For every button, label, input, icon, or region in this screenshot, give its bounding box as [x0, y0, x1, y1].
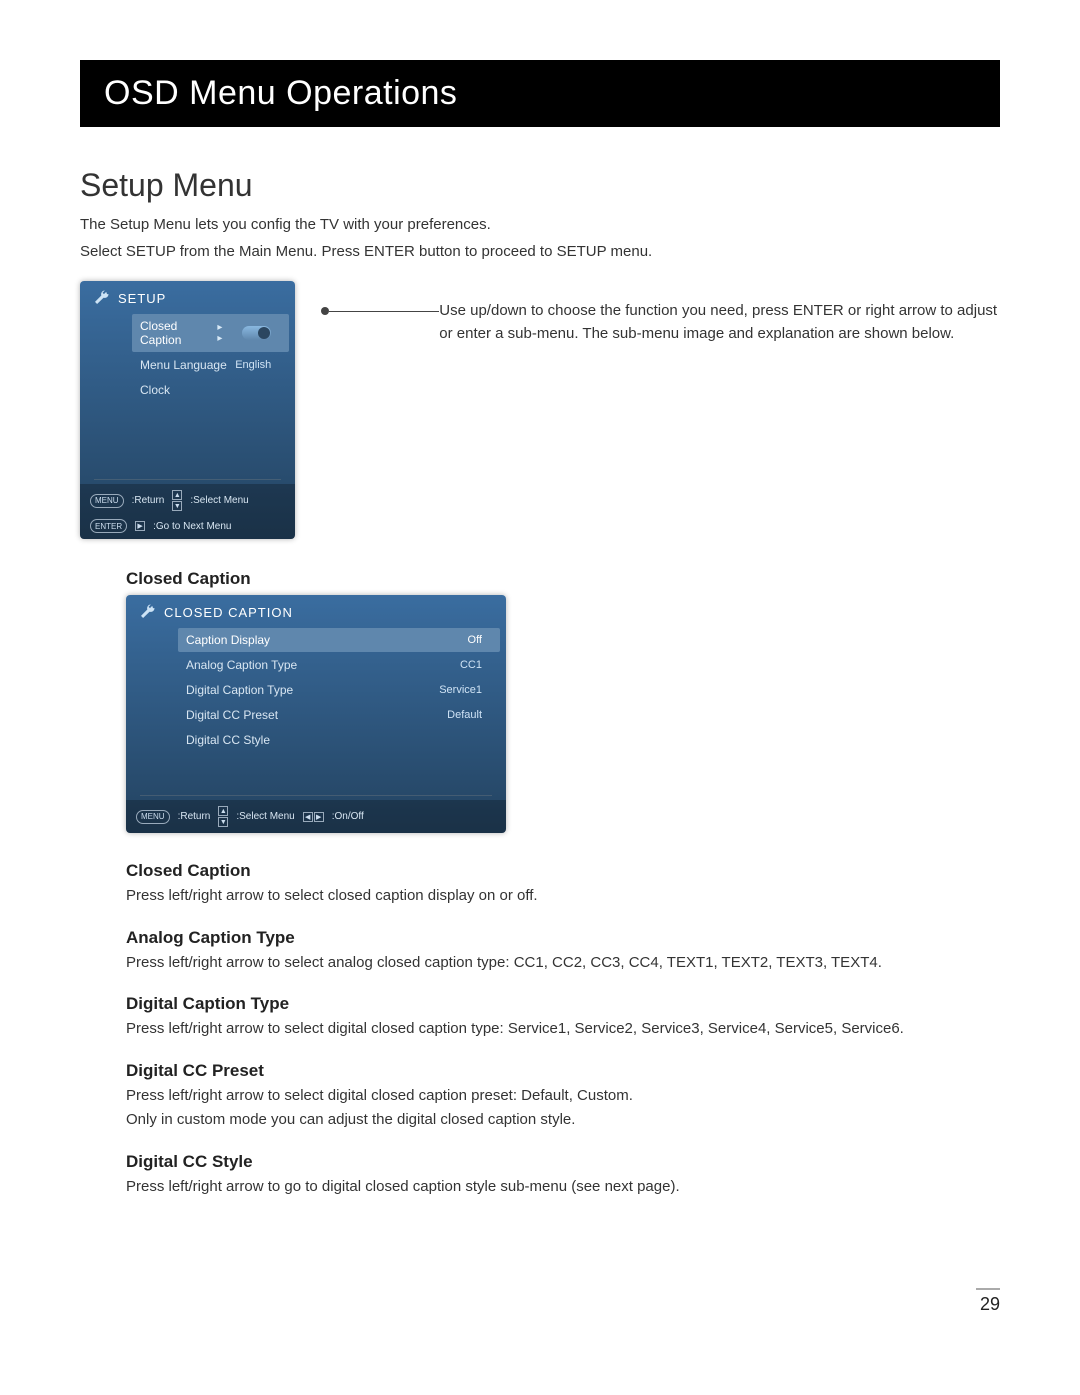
- cc-row-label: Analog Caption Type: [186, 658, 297, 672]
- arrow-down-icon: ▼: [172, 501, 182, 511]
- setup-card-title: SETUP: [118, 291, 166, 306]
- menu-key-badge: MENU: [136, 810, 170, 824]
- cc-row-analog-type[interactable]: Analog Caption Type CC1: [178, 653, 500, 677]
- footer-select-label: :Select Menu: [190, 495, 248, 506]
- cc-row-caption-display[interactable]: Caption Display Off: [178, 628, 500, 652]
- setup-menu-card: SETUP Closed Caption ▸ ▸ Menu Language E…: [80, 281, 295, 539]
- intro-line-2: Select SETUP from the Main Menu. Press E…: [80, 241, 1000, 264]
- cc-row-label: Digital CC Preset: [186, 708, 278, 722]
- arrow-up-icon: ▲: [218, 806, 228, 816]
- cc-row-digital-type[interactable]: Digital Caption Type Service1: [178, 678, 500, 702]
- closed-caption-heading: Closed Caption: [126, 569, 1000, 589]
- footer-next-label: :Go to Next Menu: [153, 521, 231, 532]
- arrow-right-icon: ▶: [135, 521, 145, 531]
- cc-row-value: Off: [468, 634, 482, 646]
- cc-row-label: Caption Display: [186, 633, 270, 647]
- footer-select-label: :Select Menu: [236, 811, 294, 822]
- setup-row-label: Clock: [140, 383, 170, 397]
- callout-line: [329, 311, 439, 312]
- setup-card-footer: MENU :Return ▲ ▼ :Select Menu ENTER ▶ :G…: [80, 484, 295, 539]
- cc-row-label: Digital CC Style: [186, 733, 270, 747]
- callout-text: Use up/down to choose the function you n…: [439, 281, 1000, 346]
- page-banner: OSD Menu Operations: [80, 60, 1000, 127]
- setup-row-menu-language[interactable]: Menu Language English: [132, 353, 289, 377]
- cc-row-label: Digital Caption Type: [186, 683, 293, 697]
- cc-card-title: CLOSED CAPTION: [164, 605, 293, 620]
- group-text: Press left/right arrow to select digital…: [126, 1085, 1000, 1108]
- group-heading: Digital CC Preset: [126, 1061, 1000, 1081]
- cc-row-value: CC1: [460, 659, 482, 671]
- group-text: Press left/right arrow to select digital…: [126, 1018, 1000, 1041]
- footer-onoff-label: :On/Off: [332, 811, 364, 822]
- cc-row-value: Service1: [439, 684, 482, 696]
- group-heading: Digital CC Style: [126, 1152, 1000, 1172]
- arrow-down-icon: ▼: [218, 817, 228, 827]
- cc-row-cc-preset[interactable]: Digital CC Preset Default: [178, 703, 500, 727]
- chevron-right-icon: ▸ ▸: [215, 322, 236, 344]
- group-text: Press left/right arrow to select closed …: [126, 885, 1000, 908]
- group-heading: Closed Caption: [126, 861, 1000, 881]
- wrench-icon: [92, 289, 110, 307]
- callout-dot-icon: [321, 307, 329, 315]
- enter-key-badge: ENTER: [90, 519, 127, 533]
- wrench-icon: [138, 603, 156, 621]
- setup-row-label: Menu Language: [140, 358, 227, 372]
- arrow-up-icon: ▲: [172, 490, 182, 500]
- setup-row-clock[interactable]: Clock: [132, 378, 289, 402]
- section-title: Setup Menu: [80, 167, 1000, 204]
- footer-return-label: :Return: [178, 811, 211, 822]
- setup-row-closed-caption[interactable]: Closed Caption ▸ ▸: [132, 314, 289, 352]
- group-text: Press left/right arrow to go to digital …: [126, 1176, 1000, 1199]
- footer-return-label: :Return: [132, 495, 165, 506]
- closed-caption-card: CLOSED CAPTION Caption Display Off Analo…: [126, 595, 506, 833]
- setup-row-label: Closed Caption: [140, 319, 215, 347]
- toggle-icon: [242, 326, 271, 340]
- setup-row-value: English: [235, 359, 271, 371]
- group-heading: Analog Caption Type: [126, 928, 1000, 948]
- page-number: 29: [976, 1288, 1000, 1315]
- group-heading: Digital Caption Type: [126, 994, 1000, 1014]
- intro-line-1: The Setup Menu lets you config the TV wi…: [80, 214, 1000, 237]
- menu-key-badge: MENU: [90, 494, 124, 508]
- cc-card-footer: MENU :Return ▲ ▼ :Select Menu ◀ ▶ :On/Of…: [126, 800, 506, 833]
- callout: Use up/down to choose the function you n…: [325, 281, 1000, 539]
- arrow-left-icon: ◀: [303, 812, 313, 822]
- cc-row-cc-style[interactable]: Digital CC Style: [178, 728, 500, 752]
- cc-row-value: Default: [447, 709, 482, 721]
- arrow-right-icon: ▶: [314, 812, 324, 822]
- group-text: Press left/right arrow to select analog …: [126, 952, 1000, 975]
- group-text: Only in custom mode you can adjust the d…: [126, 1109, 1000, 1132]
